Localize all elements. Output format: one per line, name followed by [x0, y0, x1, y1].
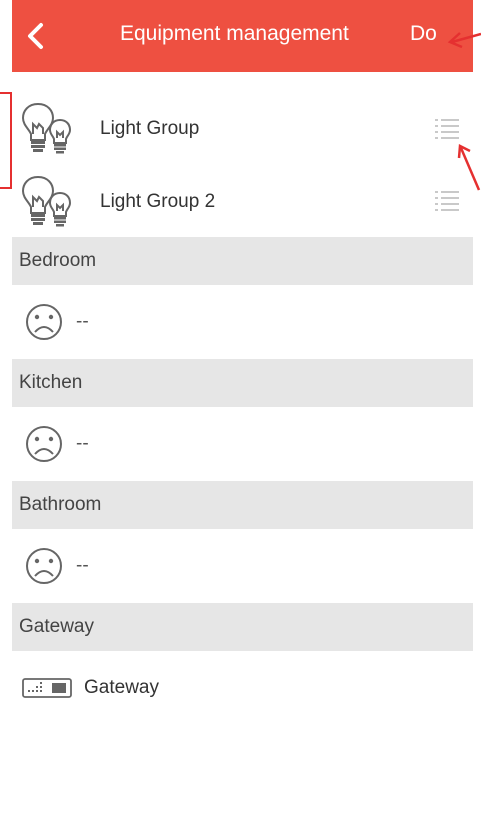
menu-lines-icon[interactable]: [435, 190, 459, 217]
menu-lines-icon[interactable]: [435, 118, 459, 145]
section-title: Bedroom: [19, 250, 97, 271]
list-item-light-group[interactable]: Light Group: [12, 92, 473, 166]
list-item-kitchen-device[interactable]: --: [12, 407, 473, 481]
list-item-label: --: [76, 311, 89, 332]
light-bulbs-icon: [20, 100, 80, 158]
section-header-bathroom: Bathroom: [12, 481, 473, 529]
header-bar: Equipment management Do: [12, 0, 473, 72]
sad-face-icon: [24, 415, 68, 473]
list-item-bedroom-device[interactable]: --: [12, 285, 473, 359]
light-bulbs-icon: [20, 173, 80, 231]
section-header-gateway: Gateway: [12, 603, 473, 651]
section-title: Kitchen: [19, 372, 83, 393]
back-button[interactable]: [18, 18, 54, 54]
list-item-label: Light Group 2: [100, 190, 216, 212]
sad-face-icon: [24, 293, 68, 351]
section-header-bedroom: Bedroom: [12, 237, 473, 285]
list-item-gateway[interactable]: Gateway: [12, 651, 473, 725]
list-item-label: --: [76, 555, 89, 576]
annotation-highlight-box: [0, 92, 12, 189]
page-title: Equipment management: [120, 22, 349, 45]
gateway-device-icon: [22, 659, 78, 717]
section-title: Gateway: [19, 616, 94, 637]
done-button[interactable]: Do: [410, 22, 437, 46]
device-list: Light Group Light Group 2 Bedroom -- Kit…: [12, 92, 473, 725]
chevron-left-icon: [28, 23, 43, 49]
sad-face-icon: [24, 537, 68, 595]
list-item-label: Light Group: [100, 118, 200, 139]
list-item-label: --: [76, 433, 89, 454]
section-title: Bathroom: [19, 494, 102, 515]
section-header-kitchen: Kitchen: [12, 359, 473, 407]
list-item-label: Gateway: [84, 677, 159, 698]
app-screen: Equipment management Do Light Group Ligh…: [12, 0, 473, 821]
list-item-light-group-2[interactable]: Light Group 2: [12, 166, 473, 237]
list-item-bathroom-device[interactable]: --: [12, 529, 473, 603]
